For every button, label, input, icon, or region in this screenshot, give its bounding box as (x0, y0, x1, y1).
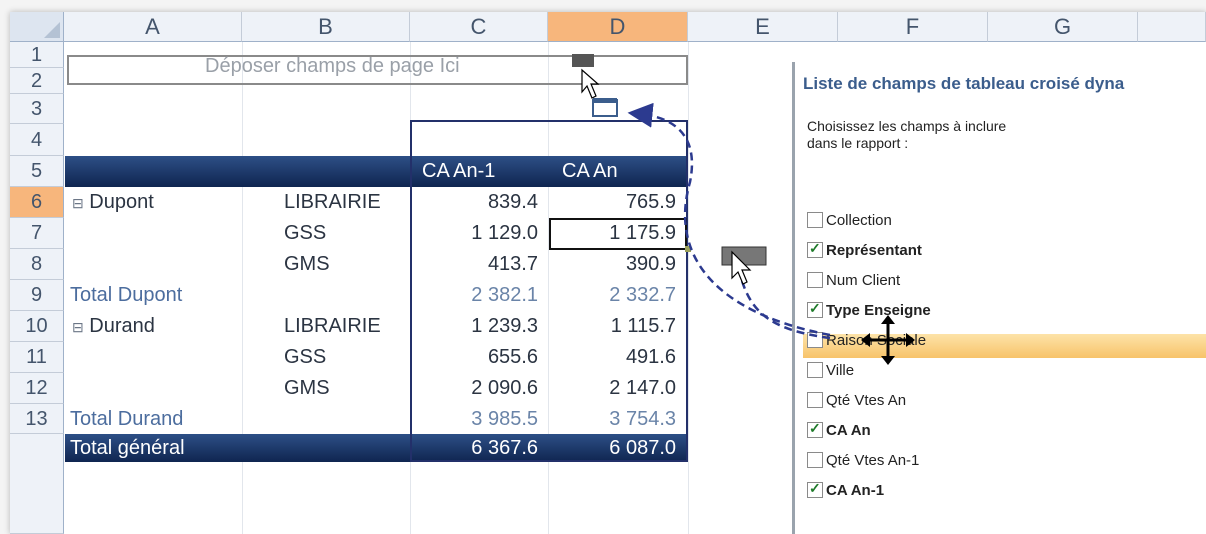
type-label: GSS (284, 222, 327, 244)
panel-title: Liste de champs de tableau croisé dyna (803, 74, 1125, 93)
grand-total-label: Total général (70, 437, 185, 459)
field-checkbox[interactable] (807, 300, 823, 319)
field-checkbox[interactable] (807, 452, 823, 469)
row-header-12[interactable]: 12 (10, 373, 64, 404)
type-label: GMS (284, 377, 330, 399)
field-item[interactable]: Raison Sociale (807, 332, 926, 356)
field-label: CA An-1 (826, 482, 885, 499)
field-item[interactable]: Type Enseigne (807, 300, 931, 326)
field-label: Ville (826, 362, 855, 379)
drag-pointer-icon (731, 250, 752, 285)
row-header-4[interactable]: 4 (10, 124, 64, 156)
pivot-row-label[interactable]: ⊟ Durand (72, 311, 155, 343)
column-header-c[interactable]: C (410, 12, 548, 42)
row-header-8[interactable]: 8 (10, 249, 64, 280)
fill-handle[interactable] (685, 246, 691, 252)
column-header-g[interactable]: G (988, 12, 1138, 42)
row-header-9[interactable]: 9 (10, 280, 64, 311)
field-item[interactable]: Qté Vtes An-1 (807, 452, 919, 476)
page-field-drop-zone[interactable]: Déposer champs de page Ici (67, 55, 688, 85)
row-header-7[interactable]: 7 (10, 218, 64, 249)
type-label: GSS (284, 346, 327, 368)
spreadsheet[interactable]: A B C D E F G 1 2 3 4 5 6 7 8 9 10 11 12… (10, 12, 1206, 534)
row-header-6[interactable]: 6 (10, 187, 64, 218)
column-header-h[interactable] (1138, 12, 1206, 42)
collapse-icon[interactable]: ⊟ (72, 195, 84, 211)
column-header-b[interactable]: B (242, 12, 410, 42)
column-header-d[interactable]: D (548, 12, 688, 42)
row-header-11[interactable]: 11 (10, 342, 64, 373)
panel-hint: Choisissez les champs à inclure dans le … (807, 118, 1007, 151)
field-item[interactable]: CA An-1 (807, 480, 885, 506)
field-label: Qté Vtes An-1 (826, 452, 920, 469)
drop-target-icon (592, 99, 618, 117)
field-label: Qté Vtes An (826, 392, 907, 409)
field-checkbox[interactable] (807, 212, 823, 229)
column-header-e[interactable]: E (688, 12, 838, 42)
field-item[interactable]: Ville (807, 362, 854, 386)
row-header-10[interactable]: 10 (10, 311, 64, 342)
row-header-2[interactable]: 2 (10, 68, 64, 94)
field-checkbox[interactable] (807, 392, 823, 409)
row-header-blank (10, 434, 64, 534)
field-label: Représentant (826, 242, 922, 259)
drag-ghost-icon (721, 246, 767, 285)
field-item[interactable]: CA An (807, 420, 871, 446)
gridline (688, 42, 689, 534)
field-item[interactable]: Représentant (807, 240, 922, 266)
drag-ghost-rect (721, 246, 767, 266)
row-header-3[interactable]: 3 (10, 94, 64, 124)
field-label: Raison Sociale (826, 332, 927, 349)
representant-name: Durand (89, 315, 155, 337)
field-checkbox[interactable] (807, 420, 823, 439)
field-item[interactable]: Collection (807, 212, 892, 236)
representant-name: Dupont (89, 191, 154, 213)
type-label: GMS (284, 253, 330, 275)
column-header-a[interactable]: A (64, 12, 242, 42)
field-label: Collection (826, 212, 892, 229)
total-label: Total Durand (70, 408, 184, 430)
field-checkbox[interactable] (807, 480, 823, 499)
pivot-row-label[interactable]: ⊟ Dupont (72, 187, 154, 219)
field-checkbox[interactable] (807, 362, 823, 379)
drop-target-bar (593, 98, 617, 103)
type-label: LIBRAIRIE (284, 191, 381, 213)
field-checkbox[interactable] (807, 240, 823, 259)
active-cell-d6[interactable] (549, 218, 687, 250)
values-column-outline (410, 120, 688, 462)
field-label: CA An (826, 422, 871, 439)
field-label: Num Client (826, 272, 901, 289)
select-all-corner[interactable] (10, 12, 64, 42)
drop-zone-label: Déposer champs de page Ici (205, 55, 460, 77)
row-header-13[interactable]: 13 (10, 404, 64, 434)
field-item[interactable]: Qté Vtes An (807, 392, 906, 416)
type-label: LIBRAIRIE (284, 315, 381, 337)
field-item[interactable]: Num Client (807, 272, 900, 296)
total-label: Total Dupont (70, 284, 183, 306)
row-header-5[interactable]: 5 (10, 156, 64, 187)
row-header-1[interactable]: 1 (10, 42, 64, 68)
field-checkbox[interactable] (807, 272, 823, 289)
field-checkbox[interactable] (807, 332, 823, 349)
column-header-f[interactable]: F (838, 12, 988, 42)
pivot-field-list-panel: Liste de champs de tableau croisé dyna C… (792, 62, 1206, 534)
collapse-icon[interactable]: ⊟ (72, 319, 84, 335)
field-label: Type Enseigne (826, 302, 931, 319)
